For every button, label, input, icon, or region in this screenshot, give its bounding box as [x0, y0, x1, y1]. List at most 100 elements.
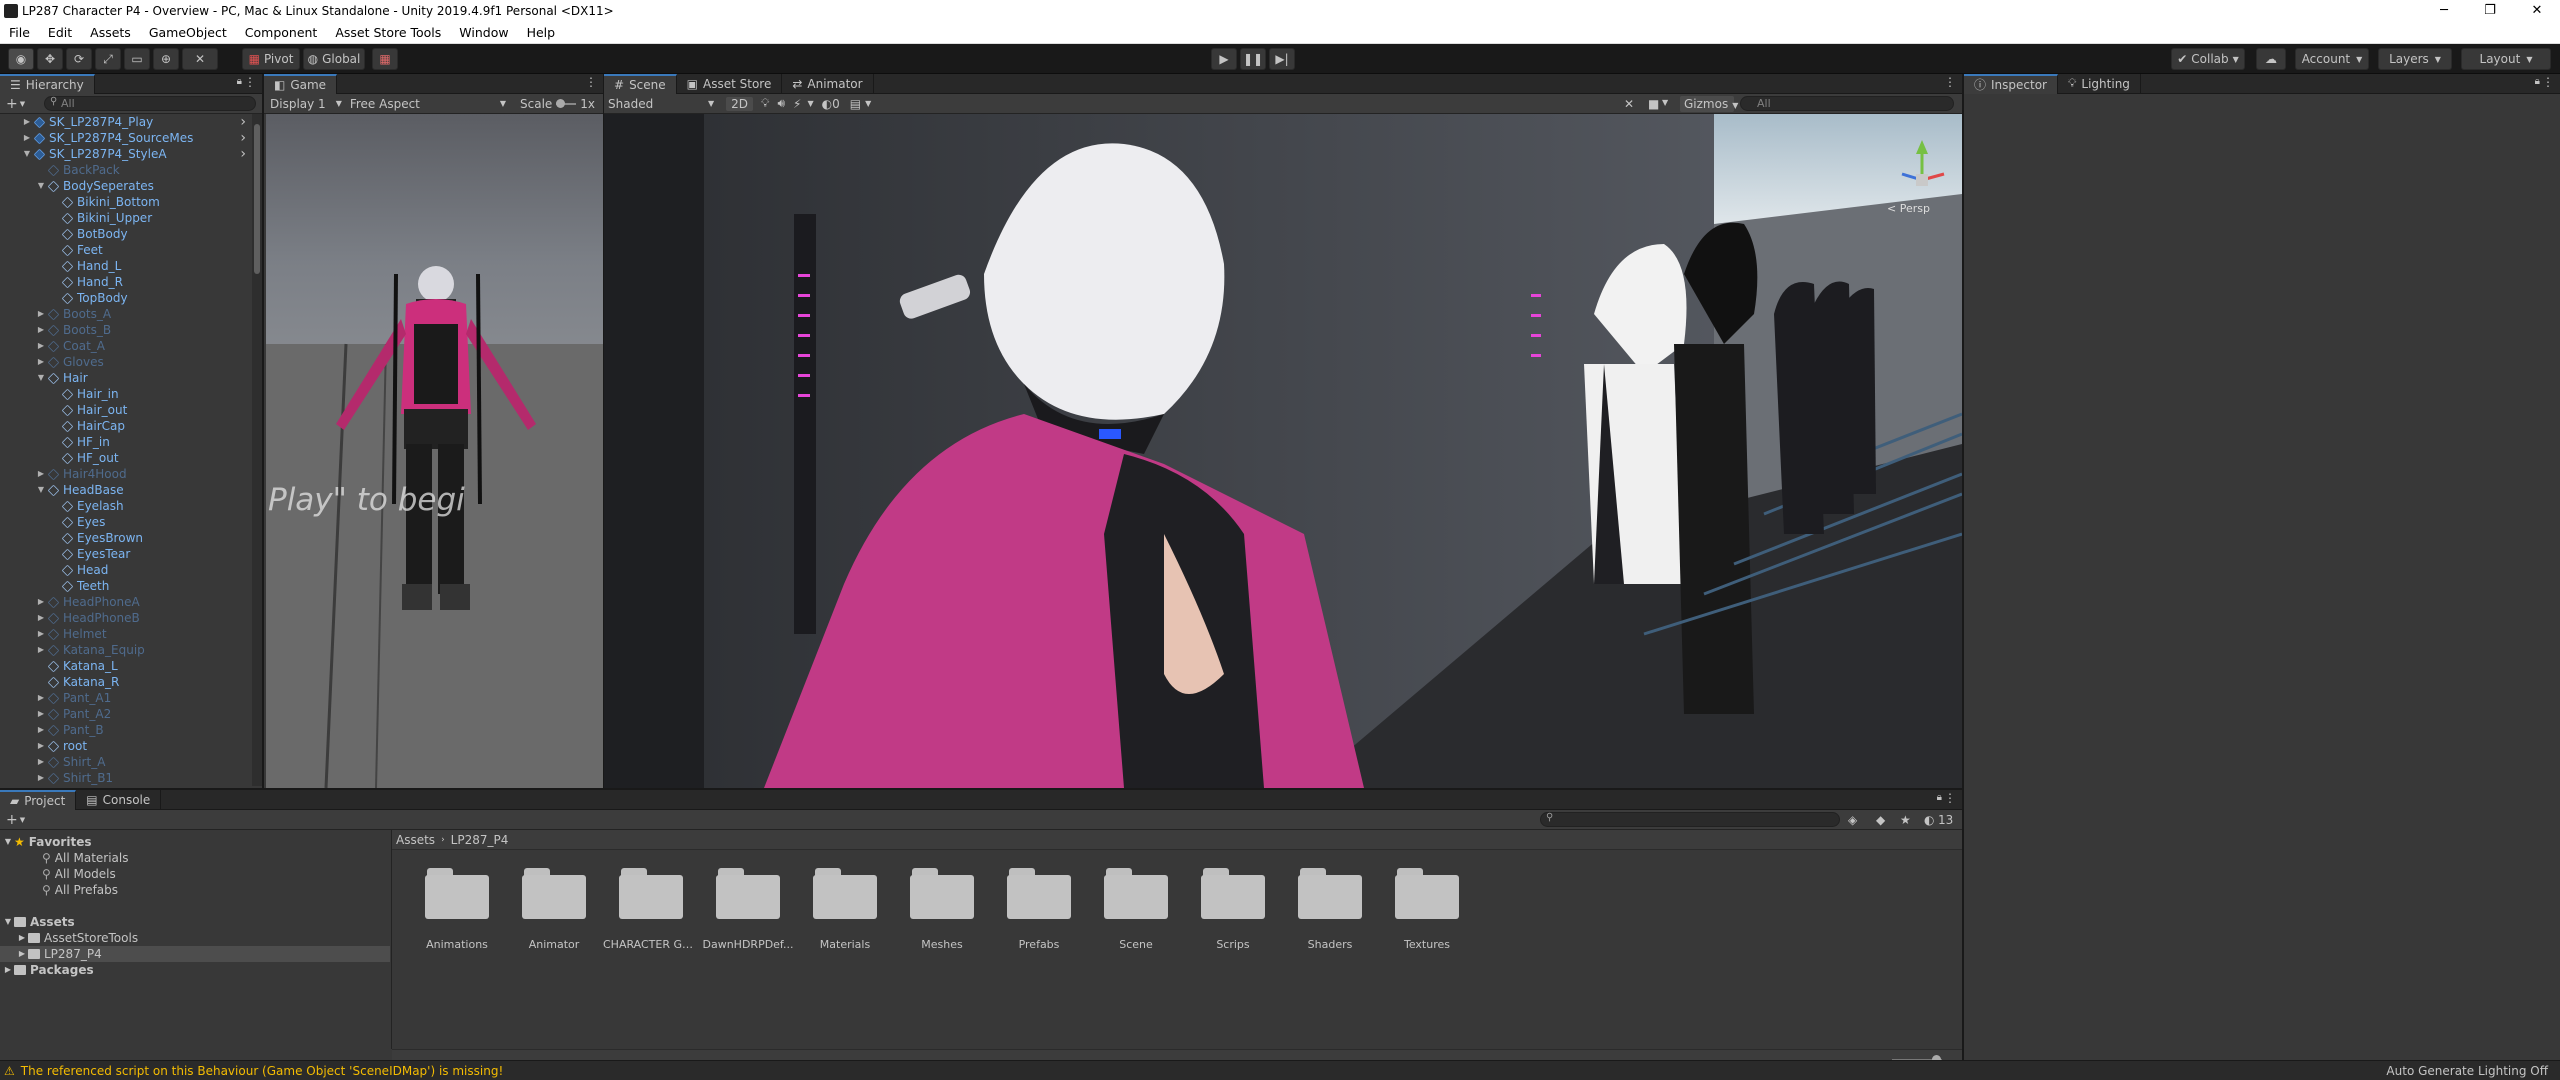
collapsed-arrow-icon[interactable]: ▶ — [22, 130, 32, 146]
collab-dropdown[interactable]: ✔ Collab ▼ — [2171, 48, 2245, 70]
pause-button[interactable]: ❚❚ — [1240, 48, 1266, 70]
custom-tool-button[interactable]: ✕ — [182, 48, 218, 70]
expanded-arrow-icon[interactable]: ▼ — [36, 178, 46, 194]
project-tree-item[interactable]: ⚲ All Prefabs — [0, 882, 390, 898]
layout-dropdown[interactable]: Layout ▼ — [2461, 48, 2551, 70]
gizmos-dropdown[interactable]: Gizmos ▼ — [1680, 96, 1738, 112]
restore-button[interactable]: ❐ — [2467, 0, 2513, 22]
hierarchy-item[interactable]: ▶ Pant_B — [0, 722, 250, 738]
hierarchy-item[interactable]: EyesBrown — [0, 530, 250, 546]
audio-icon[interactable]: 🔊︎ — [777, 96, 785, 111]
menu-help[interactable]: Help — [518, 25, 565, 40]
collapsed-arrow-icon[interactable]: ▶ — [36, 322, 46, 338]
project-tree-item[interactable]: ▼ Assets — [0, 914, 390, 930]
hierarchy-item[interactable]: BackPack — [0, 162, 250, 178]
scene-search-input[interactable]: All — [1740, 96, 1954, 111]
menu-edit[interactable]: Edit — [39, 25, 81, 40]
breadcrumb-assets[interactable]: Assets — [396, 833, 435, 847]
collapsed-arrow-icon[interactable]: ▶ — [36, 594, 46, 610]
collapsed-arrow-icon[interactable]: ▶ — [36, 770, 46, 786]
hierarchy-search-input[interactable]: All — [44, 96, 256, 111]
collapsed-arrow-icon[interactable]: ▶ — [2, 962, 14, 978]
collapsed-arrow-icon[interactable]: ▶ — [36, 642, 46, 658]
hierarchy-item[interactable]: HairCap — [0, 418, 250, 434]
rect-tool-button[interactable]: ▭ — [124, 48, 150, 70]
hierarchy-item[interactable]: ▶ Boots_B — [0, 322, 250, 338]
tab-lighting[interactable]: 💡︎ Lighting — [2058, 73, 2141, 94]
hierarchy-item[interactable]: Hair_out — [0, 402, 250, 418]
slider-thumb[interactable] — [556, 98, 566, 108]
hierarchy-item[interactable]: ▶ SK_LP287P4_SourceMes › — [0, 130, 250, 146]
project-search-input[interactable] — [1540, 812, 1840, 827]
hierarchy-item[interactable]: ▶ SK_LP287P4_Play › — [0, 114, 250, 130]
scene-viewport[interactable]: < Persp — [604, 114, 1962, 788]
hierarchy-item[interactable]: Bikini_Upper — [0, 210, 250, 226]
display-dropdown[interactable]: Display 1 — [270, 97, 326, 111]
collapsed-arrow-icon[interactable]: ▶ — [36, 354, 46, 370]
collapsed-arrow-icon[interactable]: ▶ — [36, 706, 46, 722]
aspect-dropdown[interactable]: Free Aspect — [350, 97, 500, 111]
hierarchy-item[interactable]: Eyes — [0, 514, 250, 530]
collapsed-arrow-icon[interactable]: ▶ — [36, 738, 46, 754]
collapsed-arrow-icon[interactable]: ▶ — [36, 722, 46, 738]
collapsed-arrow-icon[interactable]: ▶ — [16, 946, 28, 962]
hierarchy-item[interactable]: Hand_L — [0, 258, 250, 274]
expanded-arrow-icon[interactable]: ▼ — [22, 146, 32, 162]
hierarchy-item[interactable]: Head — [0, 562, 250, 578]
transform-tool-button[interactable]: ⊕ — [153, 48, 179, 70]
hierarchy-item[interactable]: ▶ Coat_A — [0, 338, 250, 354]
more-icon[interactable]: ⋮ — [2542, 75, 2554, 89]
project-tree-item[interactable]: ⚲ All Materials — [0, 850, 390, 866]
asset-folder[interactable]: Materials — [805, 868, 885, 958]
hierarchy-item[interactable]: ▶ Helmet — [0, 626, 250, 642]
collapsed-arrow-icon[interactable]: ▶ — [16, 930, 28, 946]
lock-icon[interactable]: 🔒︎ — [1937, 792, 1942, 803]
more-icon[interactable]: ⋮ — [585, 75, 597, 89]
hierarchy-item[interactable]: TopBody — [0, 290, 250, 306]
hierarchy-item[interactable]: HF_out — [0, 450, 250, 466]
hierarchy-item[interactable]: ▶ Gloves — [0, 354, 250, 370]
asset-folder[interactable]: Scrips — [1193, 868, 1273, 958]
hierarchy-item[interactable]: ▶ HeadPhoneB — [0, 610, 250, 626]
scrollbar-thumb[interactable] — [254, 124, 260, 274]
move-tool-button[interactable]: ✥ — [37, 48, 63, 70]
open-prefab-arrow-icon[interactable]: › — [240, 130, 246, 146]
hierarchy-item[interactable]: Eyelash — [0, 498, 250, 514]
cloud-button[interactable]: ☁ — [2256, 48, 2286, 70]
step-button[interactable]: ▶| — [1269, 48, 1295, 70]
pivot-toggle[interactable]: ▦ Pivot — [242, 48, 300, 70]
tab-animator[interactable]: ⇄ Animator — [782, 73, 874, 94]
lock-icon[interactable]: 🔒︎ — [237, 76, 242, 87]
collapsed-arrow-icon[interactable]: ▶ — [36, 466, 46, 482]
tab-asset-store[interactable]: ▣ Asset Store — [677, 73, 783, 94]
hierarchy-item[interactable]: Katana_L — [0, 658, 250, 674]
tab-console[interactable]: ▤ Console — [76, 789, 162, 810]
shading-dropdown[interactable]: Shaded — [608, 97, 708, 111]
hidden-packages-icon[interactable]: ◐ — [1924, 813, 1934, 827]
hierarchy-scrollbar[interactable] — [252, 114, 262, 786]
hierarchy-item[interactable]: ▼ SK_LP287P4_StyleA › — [0, 146, 250, 162]
layers-dropdown[interactable]: Layers ▼ — [2378, 48, 2452, 70]
hierarchy-item[interactable]: ▼ HeadBase — [0, 482, 250, 498]
hierarchy-item[interactable]: Feet — [0, 242, 250, 258]
hierarchy-item[interactable]: Teeth — [0, 578, 250, 594]
open-prefab-arrow-icon[interactable]: › — [240, 146, 246, 162]
project-tree-item[interactable]: ▶ Packages — [0, 962, 390, 978]
hierarchy-item[interactable]: ▶ HeadPhoneA — [0, 594, 250, 610]
light-icon[interactable]: 💡︎ — [761, 96, 769, 111]
hierarchy-item[interactable]: Katana_R — [0, 674, 250, 690]
tab-inspector[interactable]: ⓘ Inspector — [1964, 73, 2058, 94]
asset-folder[interactable]: Animations — [417, 868, 497, 958]
menu-asset-store-tools[interactable]: Asset Store Tools — [326, 25, 450, 40]
hierarchy-item[interactable]: Bikini_Bottom — [0, 194, 250, 210]
add-object-button[interactable]: + — [6, 96, 18, 112]
expanded-arrow-icon[interactable]: ▼ — [2, 834, 14, 850]
open-prefab-arrow-icon[interactable]: › — [240, 114, 246, 130]
menu-gameobject[interactable]: GameObject — [140, 25, 236, 40]
more-icon[interactable]: ⋮ — [1944, 791, 1956, 805]
collapsed-arrow-icon[interactable]: ▶ — [36, 754, 46, 770]
breadcrumb-lp287[interactable]: LP287_P4 — [451, 833, 509, 847]
filter-type-icon[interactable]: ◈ — [1848, 813, 1857, 827]
close-button[interactable]: ✕ — [2514, 0, 2560, 22]
hierarchy-item[interactable]: Hand_R — [0, 274, 250, 290]
